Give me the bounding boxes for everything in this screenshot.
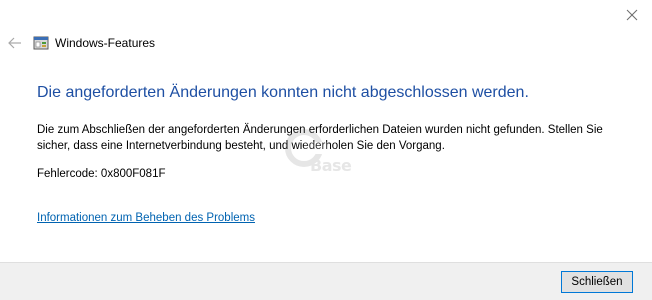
main-instruction-heading: Die angeforderten Änderungen konnten nic… (37, 84, 529, 101)
close-dialog-button[interactable]: Schließen (561, 271, 633, 293)
back-arrow-icon (8, 37, 21, 49)
windows-features-dialog: Windows-Features Die angeforderten Änder… (0, 0, 652, 300)
error-code: Fehlercode: 0x800F081F (37, 168, 166, 180)
close-icon (626, 9, 638, 21)
dialog-footer: Schließen (0, 262, 652, 300)
window-header: Windows-Features (6, 33, 155, 53)
troubleshooting-link[interactable]: Informationen zum Beheben des Problems (37, 212, 255, 224)
windows-features-icon (33, 35, 49, 51)
error-description: Die zum Abschließen der angeforderten Än… (37, 124, 603, 152)
watermark-text: Base (310, 156, 352, 175)
window-close-button[interactable] (618, 4, 646, 26)
window-title: Windows-Features (55, 36, 156, 50)
back-button[interactable] (6, 34, 24, 52)
